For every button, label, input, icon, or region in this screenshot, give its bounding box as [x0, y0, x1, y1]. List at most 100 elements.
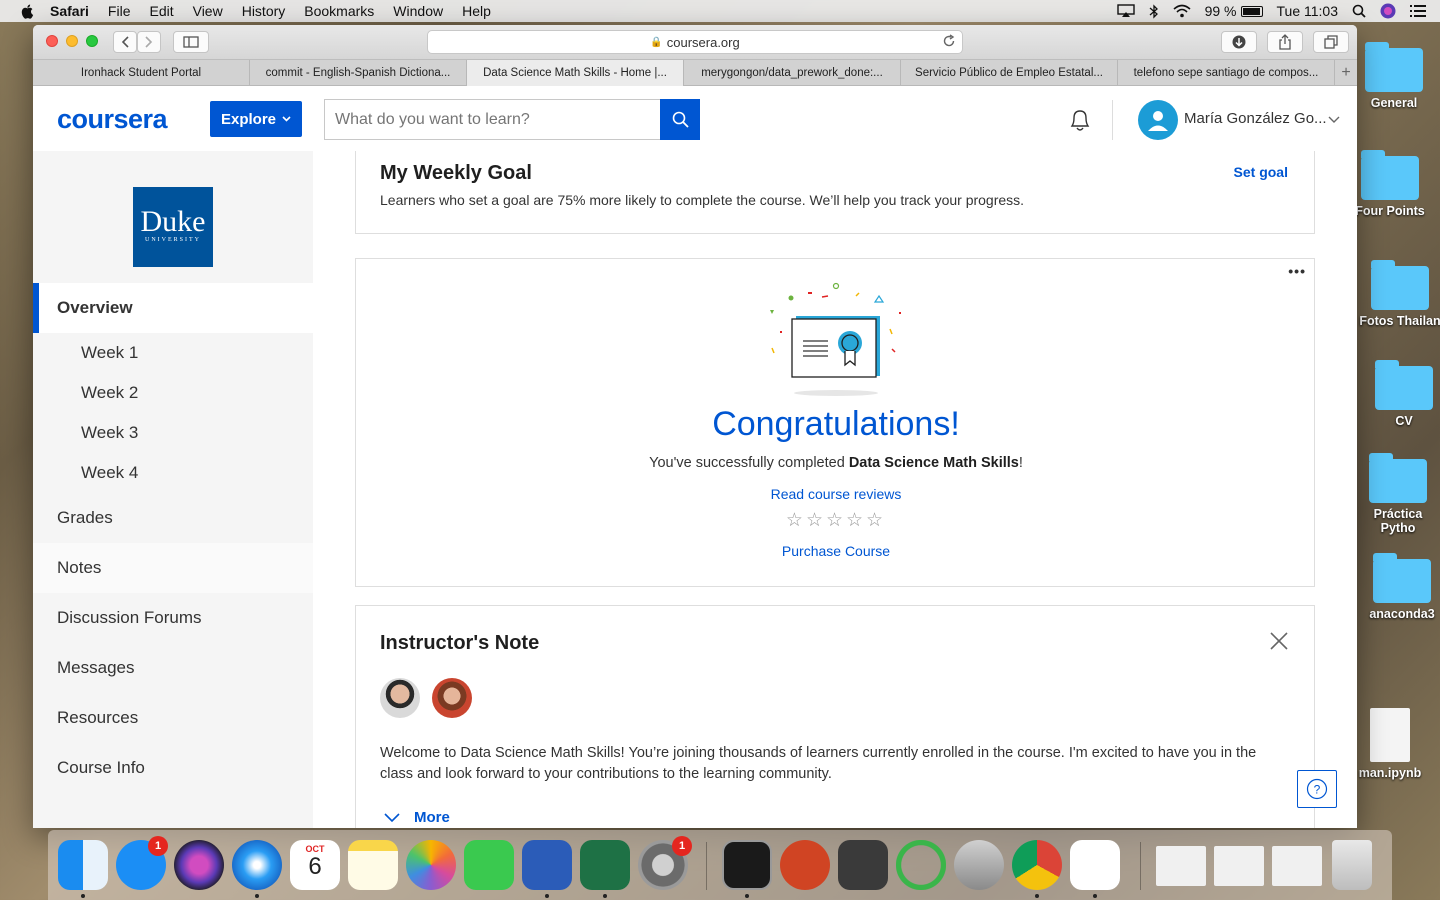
- desktop-file-ipynb[interactable]: man.ipynb: [1348, 708, 1432, 780]
- more-options-button[interactable]: •••: [1288, 263, 1306, 279]
- photos-icon[interactable]: [406, 840, 456, 890]
- close-icon[interactable]: [1270, 632, 1288, 650]
- dock-separator: [706, 842, 707, 890]
- explore-button[interactable]: Explore: [210, 101, 302, 137]
- sidebar-item-week-4[interactable]: Week 4: [33, 453, 313, 493]
- menu-history[interactable]: History: [242, 3, 286, 19]
- notification-bell-icon[interactable]: [1068, 106, 1092, 134]
- finder-icon[interactable]: [58, 840, 108, 890]
- completed-course-name: Data Science Math Skills: [848, 455, 1019, 471]
- document-icon: [1370, 708, 1410, 762]
- sidebar-item-resources[interactable]: Resources: [33, 693, 313, 743]
- menu-bookmarks[interactable]: Bookmarks: [304, 3, 374, 19]
- star-rating-icon[interactable]: ☆☆☆☆☆: [356, 509, 1316, 532]
- minimized-window-thumbnail[interactable]: [1214, 846, 1264, 886]
- sidebar-icon: [183, 36, 199, 48]
- excel-icon[interactable]: [580, 840, 630, 890]
- menu-edit[interactable]: Edit: [149, 3, 173, 19]
- anaconda-icon[interactable]: [896, 840, 946, 890]
- menu-safari[interactable]: Safari: [50, 3, 89, 19]
- apple-icon[interactable]: [20, 3, 36, 19]
- word-icon[interactable]: [522, 840, 572, 890]
- tab-coursera-active[interactable]: Data Science Math Skills - Home |...: [467, 60, 684, 86]
- calendar-day: 6: [308, 853, 322, 880]
- share-button[interactable]: [1267, 31, 1303, 53]
- sidebar-item-week-1[interactable]: Week 1: [33, 333, 313, 373]
- clock[interactable]: Tue 11:03: [1277, 3, 1339, 19]
- set-goal-link[interactable]: Set goal: [1234, 164, 1288, 180]
- search-input[interactable]: [324, 99, 661, 140]
- minimized-window-thumbnail[interactable]: [1272, 846, 1322, 886]
- help-button[interactable]: ?: [1297, 770, 1337, 808]
- notes-icon[interactable]: [348, 840, 398, 890]
- downloads-button[interactable]: [1221, 31, 1257, 53]
- instructor-avatar[interactable]: [432, 678, 472, 718]
- purchase-course-link[interactable]: Purchase Course: [356, 543, 1316, 559]
- fullscreen-window-button[interactable]: [86, 35, 98, 47]
- chrome-icon[interactable]: [1012, 840, 1062, 890]
- back-button[interactable]: [113, 31, 137, 53]
- search-button[interactable]: [660, 99, 700, 140]
- tab-ironhack[interactable]: Ironhack Student Portal: [33, 60, 250, 86]
- minimized-window-thumbnail[interactable]: [1156, 846, 1206, 886]
- sidebar-toggle-button[interactable]: [173, 31, 209, 53]
- menu-file[interactable]: File: [108, 3, 131, 19]
- bluetooth-icon[interactable]: [1149, 3, 1159, 19]
- show-tabs-button[interactable]: [1313, 31, 1349, 53]
- terminal-icon[interactable]: [722, 840, 772, 890]
- desktop-folder-anaconda[interactable]: anaconda3: [1360, 553, 1440, 621]
- sublime-text-icon[interactable]: [838, 840, 888, 890]
- menu-help[interactable]: Help: [462, 3, 491, 19]
- coursera-header: coursera Explore María González Go...: [33, 86, 1357, 152]
- address-bar[interactable]: 🔒 coursera.org: [427, 30, 963, 54]
- desktop-folder-general[interactable]: General: [1352, 42, 1436, 110]
- read-reviews-link[interactable]: Read course reviews: [356, 486, 1316, 502]
- desktop-folder-practica[interactable]: Práctica Pytho: [1356, 453, 1440, 535]
- facetime-icon[interactable]: [464, 840, 514, 890]
- close-window-button[interactable]: [46, 35, 58, 47]
- spotlight-search-icon[interactable]: [1352, 4, 1366, 18]
- settings-badge: 1: [672, 836, 692, 856]
- desktop-folder-cv[interactable]: CV: [1362, 360, 1440, 428]
- sidebar-item-week-3[interactable]: Week 3: [33, 413, 313, 453]
- tab-commit-dictionary[interactable]: commit - English-Spanish Dictiona...: [250, 60, 467, 86]
- slack-icon[interactable]: [1070, 840, 1120, 890]
- siri-icon[interactable]: [1380, 3, 1396, 19]
- avatar[interactable]: [1138, 100, 1178, 140]
- more-button[interactable]: More: [384, 809, 450, 826]
- sidebar-item-notes[interactable]: Notes: [33, 543, 313, 593]
- sidebar-item-course-info[interactable]: Course Info: [33, 743, 313, 793]
- coursera-logo[interactable]: coursera: [57, 104, 168, 135]
- tab-sepe[interactable]: Servicio Público de Empleo Estatal...: [901, 60, 1118, 86]
- calendar-icon[interactable]: OCT 6: [290, 840, 340, 890]
- instructor-avatar[interactable]: [380, 678, 420, 718]
- battery-status[interactable]: 99 %: [1205, 3, 1263, 19]
- siri-icon[interactable]: [174, 840, 224, 890]
- reload-icon[interactable]: [942, 34, 956, 48]
- tab-telefono-sepe[interactable]: telefono sepe santiago de compos...: [1118, 60, 1335, 86]
- sidebar-item-messages[interactable]: Messages: [33, 643, 313, 693]
- tab-github[interactable]: merygongon/data_prework_done:...: [684, 60, 901, 86]
- forward-button[interactable]: [137, 31, 161, 53]
- sidebar-item-week-2[interactable]: Week 2: [33, 373, 313, 413]
- sidebar-item-discussion-forums[interactable]: Discussion Forums: [33, 593, 313, 643]
- duke-logo[interactable]: Duke UNIVERSITY: [133, 187, 213, 267]
- powerpoint-icon[interactable]: [780, 840, 830, 890]
- wifi-icon[interactable]: [1173, 4, 1191, 18]
- new-tab-button[interactable]: +: [1335, 60, 1357, 85]
- user-name[interactable]: María González Go...: [1184, 110, 1327, 127]
- sidebar-item-overview[interactable]: Overview: [33, 283, 313, 333]
- sidebar-item-grades[interactable]: Grades: [33, 493, 313, 543]
- minimize-window-button[interactable]: [66, 35, 78, 47]
- folder-icon: [1373, 553, 1431, 603]
- chevron-down-icon[interactable]: [1328, 116, 1340, 124]
- desktop-folder-fotos[interactable]: Fotos Thailan: [1358, 260, 1440, 328]
- airplay-icon[interactable]: [1116, 4, 1135, 18]
- trash-icon[interactable]: [1332, 840, 1372, 890]
- menu-view[interactable]: View: [193, 3, 223, 19]
- menu-window[interactable]: Window: [393, 3, 443, 19]
- desktop-folder-four-points[interactable]: Four Points: [1348, 150, 1432, 218]
- safari-icon[interactable]: [232, 840, 282, 890]
- notification-center-icon[interactable]: [1410, 5, 1426, 17]
- database-icon[interactable]: [954, 840, 1004, 890]
